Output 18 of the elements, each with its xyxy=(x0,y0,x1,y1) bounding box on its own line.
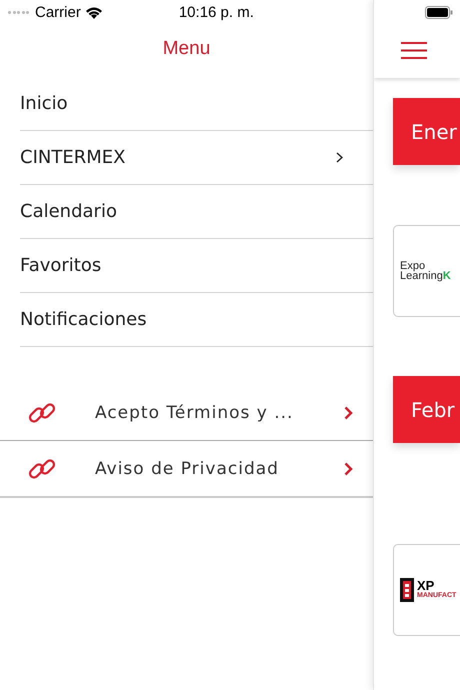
signal-icon xyxy=(8,11,29,14)
logo-icon xyxy=(400,578,414,602)
battery-icon xyxy=(425,6,453,19)
chevron-icon xyxy=(344,406,353,420)
month-banner: Febr xyxy=(393,376,460,443)
status-time: 10:16 p. m. xyxy=(178,4,254,21)
carrier-name: Carrier xyxy=(35,4,81,21)
wifi-icon xyxy=(84,6,103,19)
link-item[interactable]: Acepto Términos y ... xyxy=(0,385,373,441)
chevron-icon xyxy=(344,462,353,476)
logo-text: LearningK xyxy=(400,271,451,281)
month-banner: Ener xyxy=(393,98,460,165)
menu-title: Menu xyxy=(162,37,212,61)
chevron-icon xyxy=(336,152,343,163)
event-card[interactable]: Expo LearningK xyxy=(393,225,460,317)
menu-icon[interactable] xyxy=(401,42,427,59)
logo-text: Expo xyxy=(400,261,426,271)
logo-text: XP xyxy=(417,580,434,592)
